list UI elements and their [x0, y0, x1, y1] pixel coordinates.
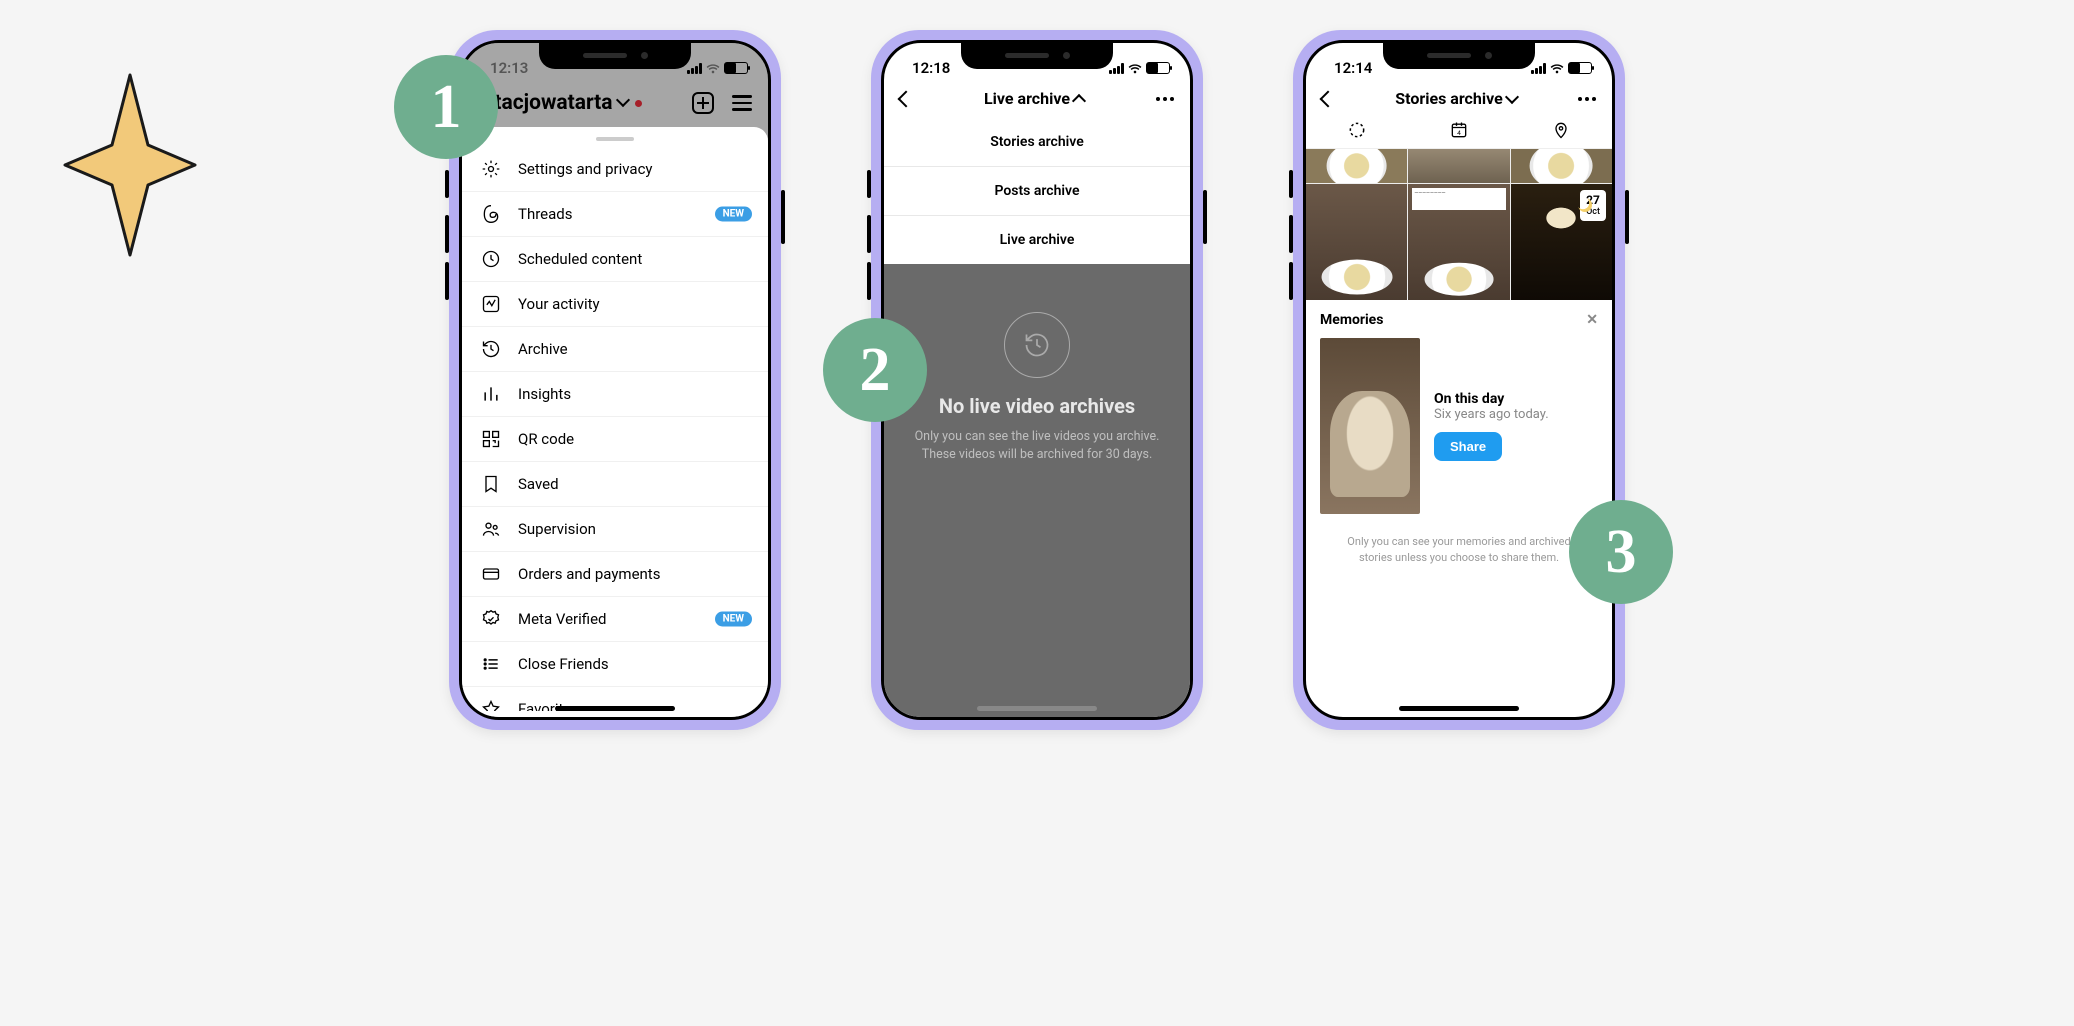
menu-item-clock[interactable]: Scheduled content: [462, 237, 768, 282]
star-icon: [480, 698, 502, 711]
menu-item-verified[interactable]: Meta Verified NEW: [462, 597, 768, 642]
signal-icon: [1109, 63, 1124, 74]
battery-icon: [1146, 62, 1170, 74]
empty-state: No live video archives Only you can see …: [884, 264, 1190, 717]
status-time: 12:13: [490, 59, 528, 77]
clock-icon: [480, 248, 502, 270]
wifi-icon: [705, 62, 721, 74]
story-thumbnail[interactable]: [1511, 149, 1612, 183]
phone-frame-3: 12:14 Stories archive: [1293, 30, 1625, 730]
story-thumbnail[interactable]: [1306, 149, 1407, 183]
home-indicator[interactable]: [1399, 706, 1519, 711]
memories-heading: Memories: [1320, 312, 1383, 328]
empty-state-body: Only you can see the live videos you arc…: [884, 428, 1190, 463]
stories-grid: ———————— 27 Oct: [1306, 149, 1612, 300]
menu-item-label: Meta Verified: [518, 610, 606, 628]
archive-option[interactable]: Live archive: [884, 216, 1190, 264]
back-button[interactable]: [898, 90, 915, 107]
header-title: Stories archive: [1395, 89, 1502, 108]
supervision-icon: [480, 518, 502, 540]
home-indicator[interactable]: [977, 706, 1097, 711]
phone-frame-1: 12:13 istacjowatarta: [449, 30, 781, 730]
memory-title: On this day: [1434, 391, 1549, 407]
archive-option[interactable]: Stories archive: [884, 118, 1190, 167]
empty-state-title: No live video archives: [884, 394, 1190, 418]
chevron-up-icon: [1072, 93, 1086, 107]
menu-item-label: Scheduled content: [518, 250, 642, 268]
story-thumbnail[interactable]: 27 Oct: [1511, 184, 1612, 301]
bottom-sheet-menu: Settings and privacy Threads NEW Scheduled …: [462, 127, 768, 717]
svg-text:4: 4: [1457, 129, 1461, 137]
archive-empty-icon: [1004, 312, 1070, 378]
menu-item-activity[interactable]: Your activity: [462, 282, 768, 327]
step-badge-2: 2: [823, 318, 927, 422]
tab-stories-icon[interactable]: [1345, 118, 1369, 142]
story-thumbnail[interactable]: [1306, 184, 1407, 301]
moon-icon: [1578, 198, 1592, 212]
menu-item-label: Close Friends: [518, 655, 609, 673]
battery-icon: [1568, 62, 1592, 74]
wifi-icon: [1549, 62, 1565, 74]
menu-item-label: Insights: [518, 385, 571, 403]
home-indicator[interactable]: [555, 706, 675, 711]
menu-item-supervision[interactable]: Supervision: [462, 507, 768, 552]
story-thumbnail[interactable]: ————————: [1408, 184, 1509, 301]
menu-item-gear[interactable]: Settings and privacy: [462, 147, 768, 192]
new-badge: NEW: [715, 207, 752, 222]
header-title: Live archive: [984, 89, 1070, 108]
activity-icon: [480, 293, 502, 315]
menu-item-label: Orders and payments: [518, 565, 660, 583]
battery-icon: [724, 62, 748, 74]
menu-item-label: Supervision: [518, 520, 596, 538]
step-badge-1: 1: [394, 55, 498, 159]
list-icon: [480, 653, 502, 675]
chevron-down-icon: [1505, 89, 1519, 103]
step-badge-3: 3: [1569, 500, 1673, 604]
qr-icon: [480, 428, 502, 450]
threads-icon: [480, 203, 502, 225]
card-icon: [480, 563, 502, 585]
gear-icon: [480, 158, 502, 180]
status-time: 12:18: [912, 59, 950, 77]
verified-icon: [480, 608, 502, 630]
archive-option[interactable]: Posts archive: [884, 167, 1190, 216]
more-options-button[interactable]: [1578, 97, 1596, 101]
menu-item-label: Settings and privacy: [518, 160, 653, 178]
menu-item-insights[interactable]: Insights: [462, 372, 768, 417]
more-options-button[interactable]: [1156, 97, 1174, 101]
menu-item-archive[interactable]: Archive: [462, 327, 768, 372]
memory-thumbnail[interactable]: [1320, 338, 1420, 514]
story-thumbnail[interactable]: [1408, 149, 1509, 183]
tab-calendar-icon[interactable]: 4: [1447, 118, 1471, 142]
back-button[interactable]: [1320, 90, 1337, 107]
sparkle-decoration: [60, 70, 200, 260]
menu-item-threads[interactable]: Threads NEW: [462, 192, 768, 237]
memories-footnote: Only you can see your memories and archi…: [1306, 526, 1612, 587]
insights-icon: [480, 383, 502, 405]
memories-card: Memories ✕ On this day Six years ago tod…: [1306, 300, 1612, 526]
close-memories-button[interactable]: ✕: [1586, 312, 1598, 328]
menu-item-qr[interactable]: QR code: [462, 417, 768, 462]
wifi-icon: [1127, 62, 1143, 74]
menu-item-card[interactable]: Orders and payments: [462, 552, 768, 597]
archive-dropdown-toggle[interactable]: Stories archive: [1395, 89, 1516, 108]
share-button[interactable]: Share: [1434, 432, 1502, 461]
sheet-grabber[interactable]: [596, 137, 634, 141]
menu-item-label: Your activity: [518, 295, 600, 313]
menu-item-list[interactable]: Close Friends: [462, 642, 768, 687]
signal-icon: [1531, 63, 1546, 74]
menu-item-label: Threads: [518, 205, 572, 223]
archive-dropdown-toggle[interactable]: Live archive: [984, 89, 1084, 108]
menu-item-label: Saved: [518, 475, 559, 493]
tab-location-icon[interactable]: [1549, 118, 1573, 142]
menu-item-bookmark[interactable]: Saved: [462, 462, 768, 507]
status-time: 12:14: [1334, 59, 1372, 77]
archive-icon: [480, 338, 502, 360]
bookmark-icon: [480, 473, 502, 495]
memory-subtitle: Six years ago today.: [1434, 407, 1549, 422]
new-badge: NEW: [715, 612, 752, 627]
menu-item-label: QR code: [518, 430, 574, 448]
menu-item-label: Archive: [518, 340, 568, 358]
signal-icon: [687, 63, 702, 74]
